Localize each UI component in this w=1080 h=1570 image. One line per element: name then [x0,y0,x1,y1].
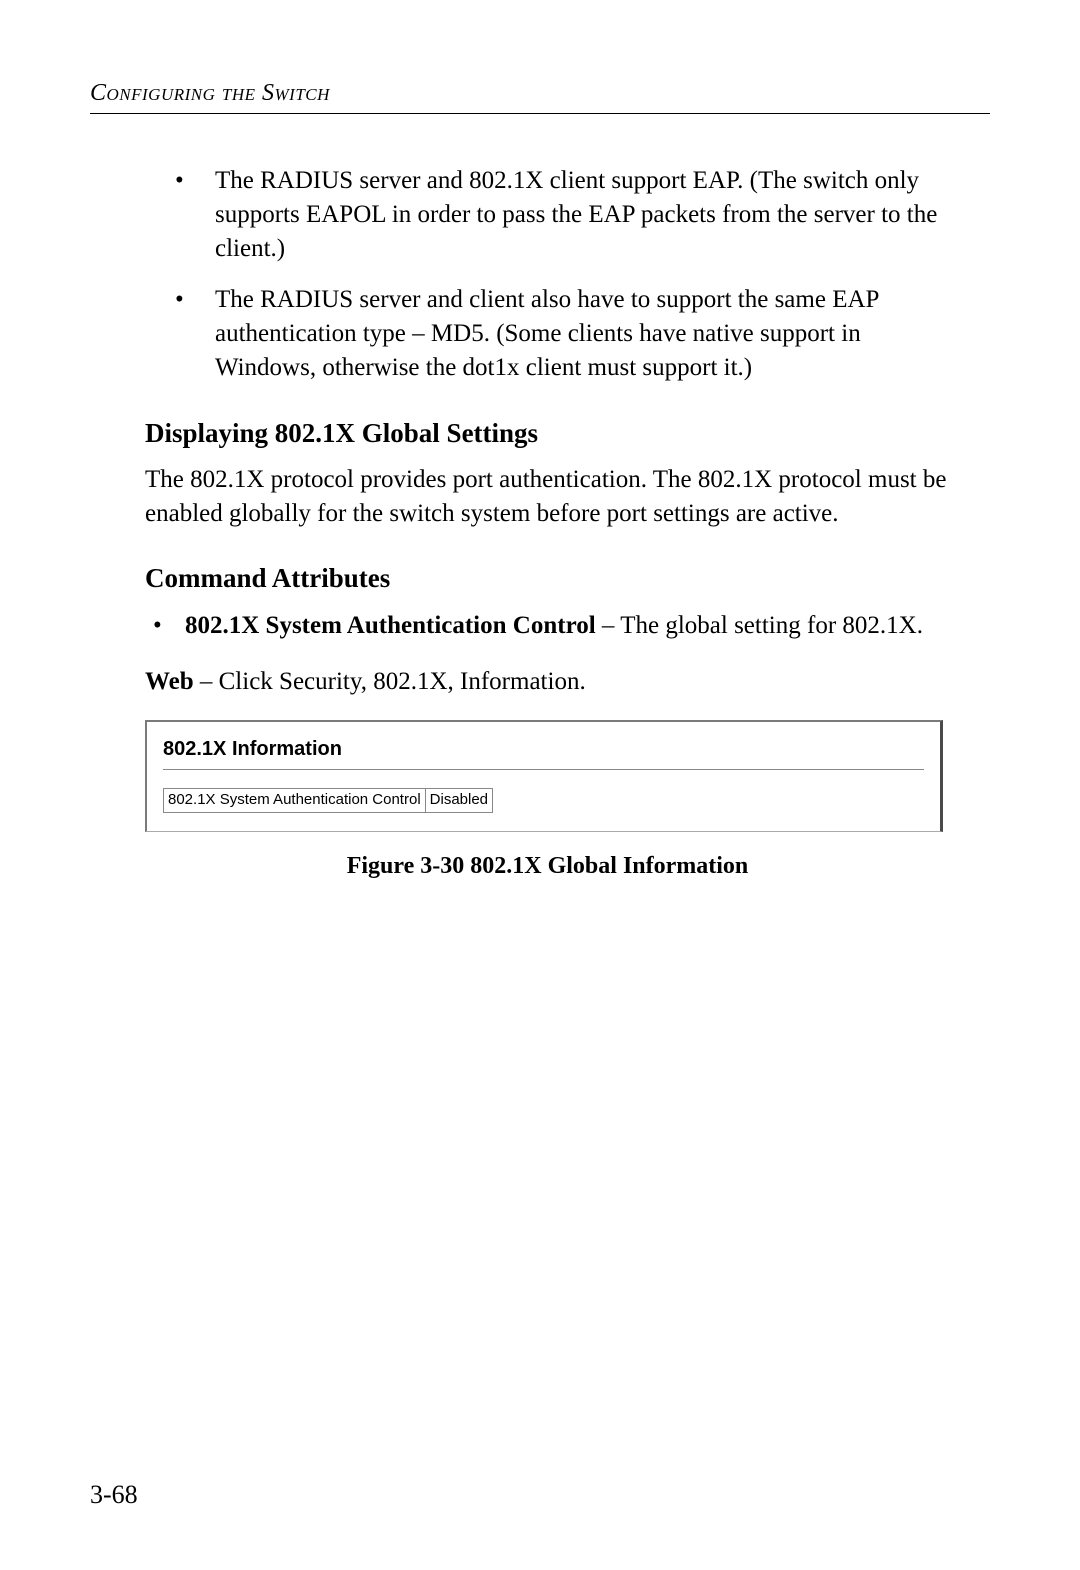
web-rest: – Click Security, 802.1X, Information. [194,668,586,695]
table-row: 802.1X System Authentication Control Dis… [164,789,493,812]
web-instruction: Web – Click Security, 802.1X, Informatio… [145,665,950,699]
table-cell-value: Disabled [425,789,492,812]
bullet-item: The RADIUS server and client also have t… [175,283,950,384]
table-cell-label: 802.1X System Authentication Control [164,789,426,812]
figure-panel-rule [163,769,924,770]
web-label: Web [145,668,194,695]
running-head: Configuring the Switch [90,80,990,107]
section-paragraph: The 802.1X protocol provides port authen… [145,463,950,531]
intro-bullets: The RADIUS server and 802.1X client supp… [145,164,950,385]
attribute-list: 802.1X System Authentication Control – T… [145,609,950,643]
figure-caption: Figure 3-30 802.1X Global Information [145,850,950,882]
section-heading: Displaying 802.1X Global Settings [145,415,950,451]
section-heading: Command Attributes [145,560,950,596]
attribute-item: 802.1X System Authentication Control – T… [145,609,950,643]
header-rule [90,113,990,114]
attribute-desc: – The global setting for 802.1X. [596,612,923,639]
page-content: The RADIUS server and 802.1X client supp… [90,164,990,882]
figure-panel-title: 802.1X Information [163,736,924,763]
figure-panel: 802.1X Information 802.1X System Authent… [145,720,943,831]
info-table: 802.1X System Authentication Control Dis… [163,788,493,812]
bullet-item: The RADIUS server and 802.1X client supp… [175,164,950,265]
page-number: 3-68 [90,1480,138,1510]
document-page: Configuring the Switch The RADIUS server… [0,0,1080,1570]
attribute-name: 802.1X System Authentication Control [185,612,596,639]
